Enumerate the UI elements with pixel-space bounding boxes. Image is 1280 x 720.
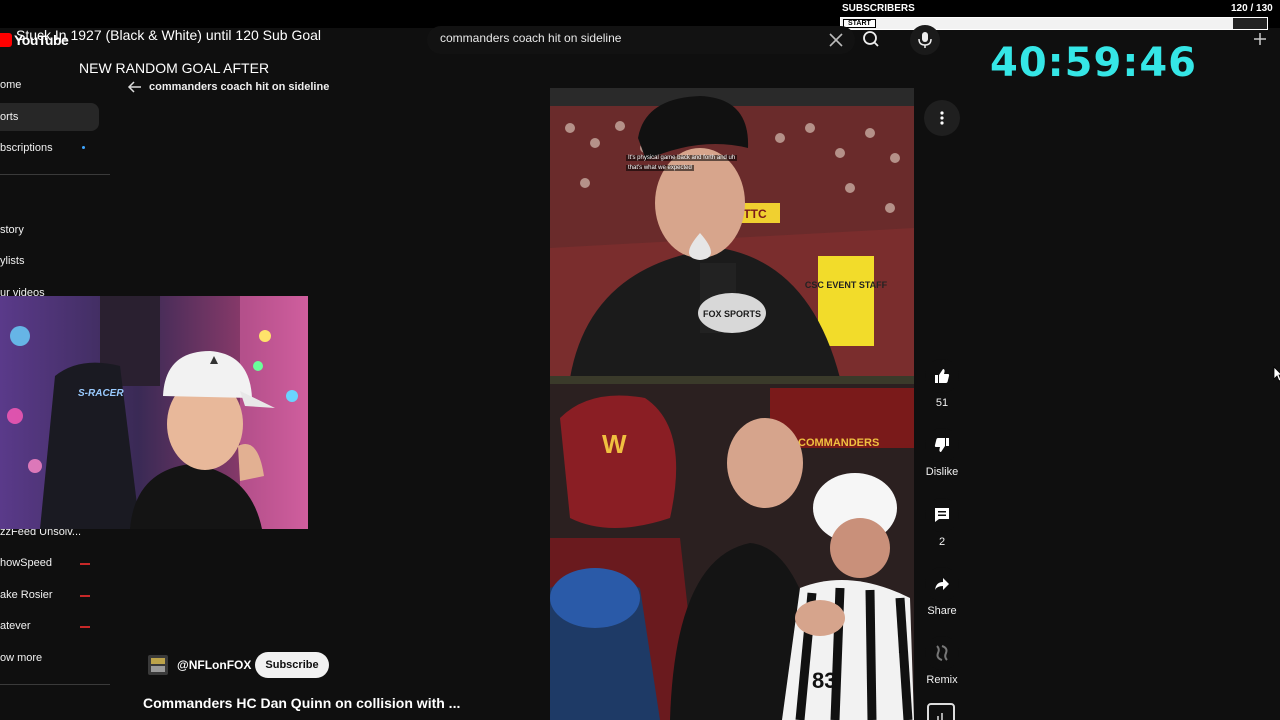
- ref-initial-text: R: [898, 640, 908, 656]
- ref-number-text: 83: [812, 668, 836, 693]
- dislike-label: Dislike: [925, 466, 959, 478]
- thumbs-down-icon: [934, 438, 949, 452]
- app-root: SUBSCRIBERS 120 / 130 START YouTube Stuc…: [0, 0, 1280, 720]
- microphone-icon: [918, 32, 932, 48]
- caption-line: It's physical game back and forth and uh: [626, 155, 738, 161]
- staff-vest-text: CSC EVENT STAFF: [805, 280, 888, 290]
- subscriber-goal-count: 120 / 130: [1231, 3, 1273, 14]
- sound-bars-icon: [937, 713, 943, 720]
- like-button[interactable]: 51: [922, 359, 962, 409]
- live-indicator-icon: [80, 626, 90, 628]
- channel-avatar[interactable]: [148, 655, 168, 675]
- svg-text:W: W: [602, 429, 627, 459]
- dislike-button[interactable]: Dislike: [922, 428, 962, 478]
- youtube-play-icon: [0, 33, 12, 47]
- more-options-button[interactable]: [924, 100, 960, 136]
- stream-goal-subtitle: NEW RANDOM GOAL AFTER: [79, 60, 270, 76]
- sideline-banner-text: COMMANDERS: [798, 437, 879, 449]
- original-sound-button[interactable]: [927, 703, 955, 720]
- caption-line: that's what we expected: [626, 165, 694, 171]
- search-input[interactable]: commanders coach hit on sideline: [427, 26, 855, 54]
- remix-label: Remix: [926, 674, 958, 686]
- sidebar-item-label: atever: [0, 620, 31, 632]
- fox-sports-mic-flag: FOX SPORTS: [703, 309, 761, 319]
- shorts-video-player[interactable]: TTTC CSC EVENT STAFF FOX SPORTS COMMANDE…: [550, 88, 914, 720]
- sidebar-item-playlists[interactable]: ylists: [0, 247, 99, 275]
- live-indicator-icon: [80, 595, 90, 597]
- sidebar-item-subscriptions[interactable]: bscriptions: [0, 134, 99, 162]
- subscriber-goal-label: SUBSCRIBERS: [842, 3, 915, 14]
- share-button[interactable]: Share: [922, 567, 962, 617]
- sidebar-item-home[interactable]: ome: [0, 71, 99, 99]
- comment-icon: [935, 508, 949, 522]
- create-plus-icon[interactable]: [1250, 29, 1270, 49]
- share-label: Share: [927, 605, 957, 617]
- mouse-cursor-icon: [1273, 366, 1280, 382]
- new-content-dot-icon: [82, 146, 85, 149]
- sidebar-item-history[interactable]: story: [0, 216, 99, 244]
- subscribe-button[interactable]: Subscribe: [255, 652, 329, 678]
- stream-goal-title: Stuck In 1927 (Black & White) until 120 …: [16, 27, 322, 43]
- sidebar-show-more[interactable]: ow more: [0, 644, 99, 672]
- remix-button[interactable]: Remix: [922, 636, 962, 686]
- chair-brand-text: S-RACER: [78, 388, 124, 399]
- voice-search-button[interactable]: [910, 25, 940, 55]
- comments-button[interactable]: 2: [922, 498, 962, 548]
- sidebar-divider: [0, 684, 110, 685]
- search-input-value: commanders coach hit on sideline: [440, 31, 622, 45]
- share-icon: [935, 578, 949, 590]
- live-indicator-icon: [80, 563, 90, 565]
- sidebar-divider: [0, 174, 110, 175]
- like-count: 51: [935, 397, 949, 409]
- video-title[interactable]: Commanders HC Dan Quinn on collision wit…: [143, 695, 460, 711]
- search-icon[interactable]: [852, 26, 890, 54]
- stream-timer: 40:59:46: [990, 40, 1197, 86]
- back-arrow-icon[interactable]: [126, 78, 144, 96]
- channel-name[interactable]: @NFLonFOX: [177, 658, 251, 672]
- sidebar-item-label: bscriptions: [0, 142, 53, 154]
- sidebar-item-shorts[interactable]: orts: [0, 103, 99, 131]
- thumbs-up-icon: [935, 369, 950, 383]
- subscriber-goal-fill: [841, 18, 1233, 29]
- sidebar-item-label: ake Rosier: [0, 589, 53, 601]
- subscriber-goal-bar: START: [840, 17, 1268, 30]
- remix-icon: [936, 645, 948, 661]
- comment-count: 2: [938, 536, 946, 548]
- sidebar-item-label: howSpeed: [0, 557, 52, 569]
- shorts-search-query: commanders coach hit on sideline: [149, 81, 330, 93]
- more-vert-icon: [940, 111, 944, 125]
- streamer-webcam: S-RACER: [0, 296, 308, 529]
- clear-search-icon[interactable]: [825, 29, 847, 51]
